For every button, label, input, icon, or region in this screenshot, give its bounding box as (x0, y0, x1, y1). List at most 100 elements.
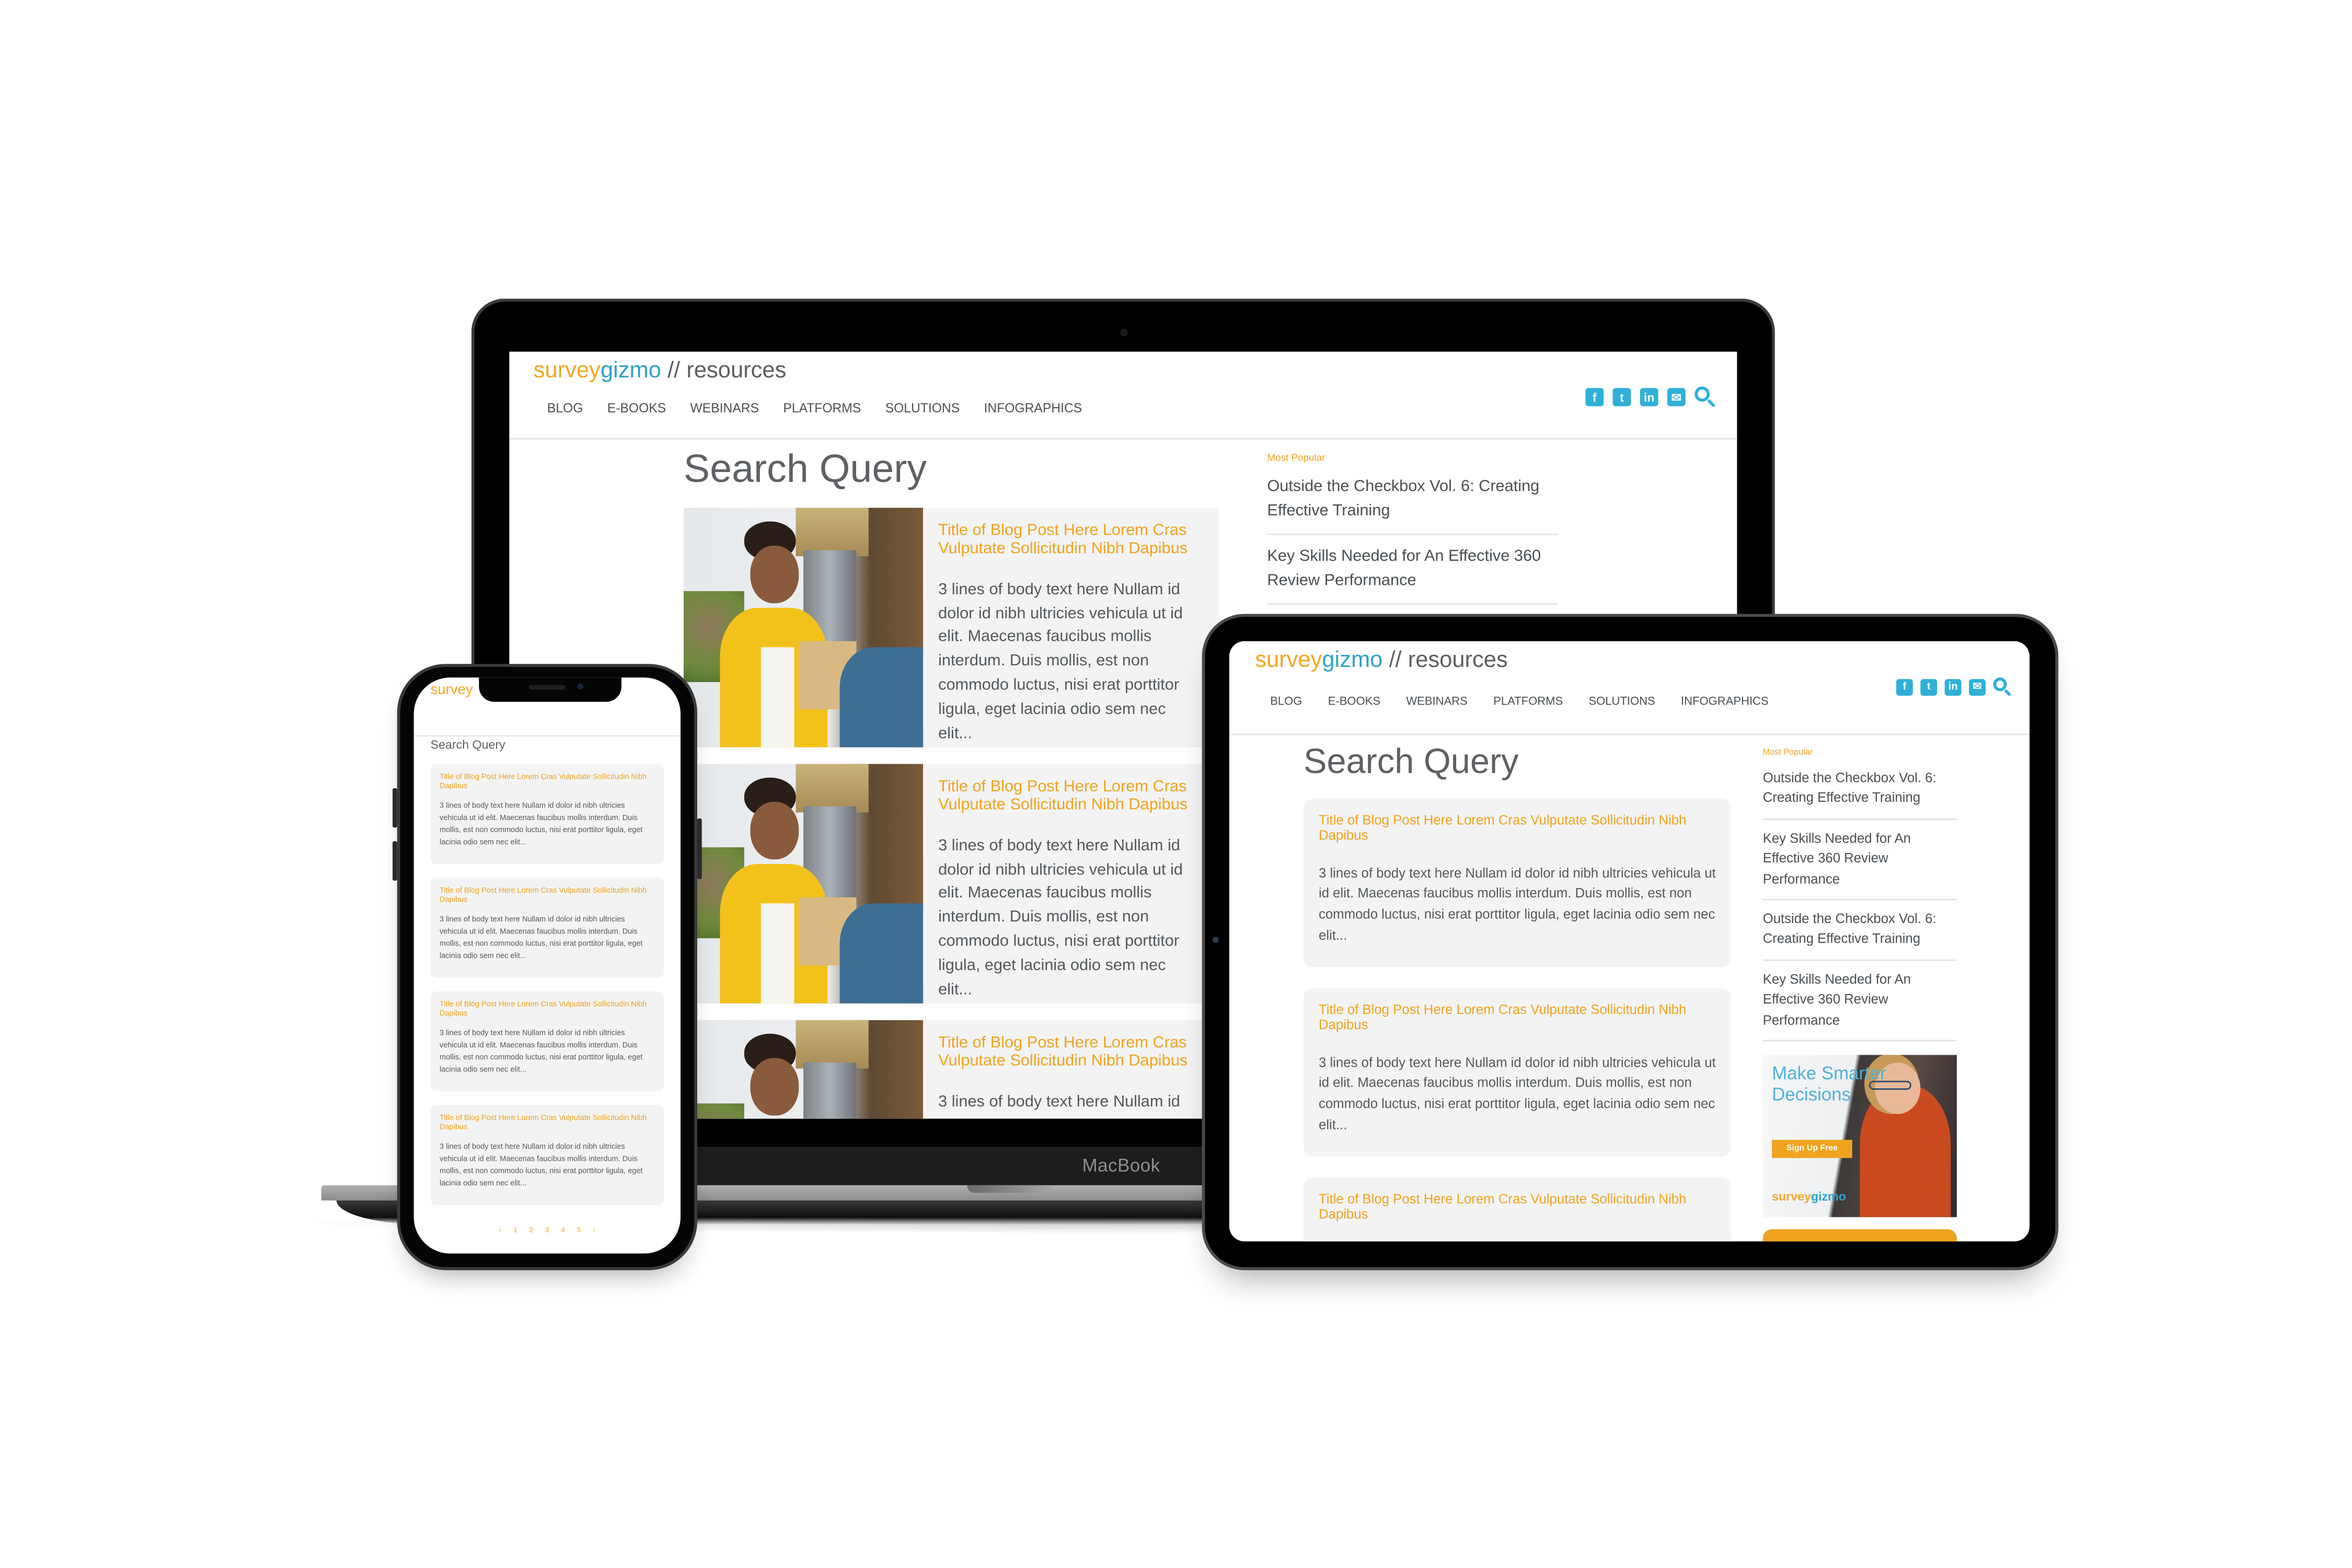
post-card[interactable]: Title of Blog Post Here Lorem Cras Vulpu… (430, 764, 664, 864)
logo-gizmo: gizmo (600, 358, 661, 384)
post-title[interactable]: Title of Blog Post Here Lorem Cras Vulpu… (1319, 1191, 1716, 1223)
tablet-camera (1213, 937, 1219, 943)
nav-ebooks[interactable]: E-BOOKS (607, 400, 666, 416)
logo-resources: // resources (661, 358, 787, 384)
twitter-icon[interactable]: t (1920, 678, 1938, 695)
post-card[interactable]: Title of Blog Post Here Lorem Cras Vulpu… (683, 1020, 1219, 1119)
main-nav: BLOG E-BOOKS WEBINARS PLATFORMS SOLUTION… (1270, 694, 1794, 708)
nav-platforms[interactable]: PLATFORMS (1493, 694, 1563, 708)
logo-survey: survey (533, 358, 601, 384)
pagination: ‹ 1 2 3 4 5 › (414, 1226, 681, 1234)
ad-logo-gizmo: gizmo (1811, 1190, 1846, 1204)
laptop-opening-notch (967, 1185, 1052, 1193)
popular-link[interactable]: Key Skills Needed for An Effective 360 R… (1267, 546, 1559, 605)
popular-link[interactable]: Outside the Checkbox Vol. 6: Creating Ef… (1267, 476, 1559, 535)
post-title[interactable]: Title of Blog Post Here Lorem Cras Vulpu… (938, 778, 1204, 815)
post-title[interactable]: Title of Blog Post Here Lorem Cras Vulpu… (938, 522, 1204, 559)
signup-ad-banner[interactable]: Make Smarter Decisions Sign Up Free surv… (1762, 1055, 1957, 1217)
post-title[interactable]: Title of Blog Post Here Lorem Cras Vulpu… (1319, 1002, 1716, 1033)
phone-camera (577, 683, 584, 690)
nav-solutions[interactable]: SOLUTIONS (885, 400, 960, 416)
nav-webinars[interactable]: WEBINARS (1406, 694, 1467, 708)
most-popular-sidebar: Most Popular Outside the Checkbox Vol. 6… (1762, 748, 1957, 1051)
popular-link[interactable]: Outside the Checkbox Vol. 6: Creating Ef… (1762, 909, 1957, 961)
search-icon[interactable] (1694, 386, 1716, 408)
page-title: Search Query (430, 738, 505, 752)
email-icon[interactable]: ✉ (1667, 388, 1686, 407)
pagination-page-4[interactable]: 4 (561, 1226, 565, 1234)
post-excerpt: 3 lines of body text here Nullam id dolo… (440, 1143, 643, 1189)
post-excerpt: 3 lines of body text here Nullam id (938, 1092, 1180, 1111)
post-excerpt: 3 lines of body text here Nullam id dolo… (440, 1029, 643, 1075)
site-logo[interactable]: survey (431, 682, 473, 699)
logo-survey: survey (1255, 647, 1322, 673)
popular-link[interactable]: Key Skills Needed for An Effective 360 R… (1762, 970, 1957, 1042)
post-title[interactable]: Title of Blog Post Here Lorem Cras Vulpu… (440, 773, 655, 791)
post-title[interactable]: Title of Blog Post Here Lorem Cras Vulpu… (440, 1000, 655, 1019)
post-card[interactable]: Title of Blog Post Here Lorem Cras Vulpu… (1304, 799, 1731, 967)
post-thumbnail[interactable] (683, 764, 924, 1004)
ad-logo: surveygizmo (1772, 1190, 1846, 1204)
cta-button[interactable] (1762, 1229, 1957, 1242)
most-popular-label: Most Popular (1762, 748, 1813, 758)
post-card[interactable]: Title of Blog Post Here Lorem Cras Vulpu… (1304, 988, 1731, 1157)
post-thumbnail[interactable] (683, 1020, 924, 1119)
post-card[interactable]: Title of Blog Post Here Lorem Cras Vulpu… (430, 1105, 664, 1205)
page-title: Search Query (1304, 741, 1519, 781)
post-excerpt: 3 lines of body text here Nullam id dolo… (1319, 1054, 1716, 1132)
nav-webinars[interactable]: WEBINARS (690, 400, 759, 416)
phone-volume-button (393, 841, 397, 881)
facebook-icon[interactable]: f (1896, 678, 1913, 695)
header-divider (509, 438, 1737, 440)
nav-blog[interactable]: BLOG (1270, 694, 1302, 708)
post-title[interactable]: Title of Blog Post Here Lorem Cras Vulpu… (440, 887, 655, 905)
social-links: f t in ✉ (1576, 386, 1716, 408)
twitter-icon[interactable]: t (1612, 388, 1631, 407)
logo-gizmo: gizmo (1322, 647, 1383, 673)
post-excerpt: 3 lines of body text here Nullam id dolo… (1319, 864, 1716, 942)
post-card[interactable]: Title of Blog Post Here Lorem Cras Vulpu… (683, 764, 1219, 1004)
phone-volume-button (393, 788, 397, 828)
search-icon[interactable] (1993, 677, 2012, 696)
nav-platforms[interactable]: PLATFORMS (783, 400, 861, 416)
site-logo[interactable]: surveygizmo // resources (534, 358, 787, 383)
pagination-page-1[interactable]: 1 (513, 1226, 517, 1234)
ad-headline: Make Smarter Decisions (1772, 1062, 1886, 1104)
nav-solutions[interactable]: SOLUTIONS (1588, 694, 1655, 708)
laptop-brand-label: MacBook (1082, 1155, 1160, 1177)
pagination-next[interactable]: › (593, 1226, 595, 1234)
facebook-icon[interactable]: f (1585, 388, 1604, 407)
post-title[interactable]: Title of Blog Post Here Lorem Cras Vulpu… (938, 1034, 1204, 1071)
header-divider (413, 735, 681, 737)
popular-link[interactable]: Key Skills Needed for An Effective 360 R… (1762, 829, 1957, 901)
nav-blog[interactable]: BLOG (547, 400, 583, 416)
post-list: Title of Blog Post Here Lorem Cras Vulpu… (430, 764, 664, 1219)
post-card[interactable]: Title of Blog Post Here Lorem Cras Vulpu… (430, 878, 664, 978)
pagination-page-3[interactable]: 3 (545, 1226, 549, 1234)
main-nav: BLOG E-BOOKS WEBINARS PLATFORMS SOLUTION… (547, 400, 1106, 416)
post-list: Title of Blog Post Here Lorem Cras Vulpu… (683, 508, 1219, 1119)
pagination-page-2[interactable]: 2 (529, 1226, 533, 1234)
sign-up-free-button[interactable]: Sign Up Free (1772, 1139, 1852, 1158)
pagination-prev[interactable]: ‹ (499, 1226, 501, 1234)
post-excerpt: 3 lines of body text here Nullam id dolo… (938, 580, 1183, 742)
post-excerpt: 3 lines of body text here Nullam id dolo… (938, 836, 1183, 998)
post-card[interactable]: Title of Blog Post Here Lorem Cras Vulpu… (1304, 1178, 1731, 1242)
linkedin-icon[interactable]: in (1640, 388, 1658, 407)
nav-infographics[interactable]: INFOGRAPHICS (1681, 694, 1769, 708)
linkedin-icon[interactable]: in (1944, 678, 1962, 695)
site-logo[interactable]: surveygizmo // resources (1255, 647, 1508, 673)
post-card[interactable]: Title of Blog Post Here Lorem Cras Vulpu… (683, 508, 1219, 747)
social-links: f t in ✉ (1888, 677, 2011, 696)
post-thumbnail[interactable] (683, 508, 924, 747)
post-card[interactable]: Title of Blog Post Here Lorem Cras Vulpu… (430, 991, 664, 1091)
post-list: Title of Blog Post Here Lorem Cras Vulpu… (1304, 799, 1731, 1242)
popular-link[interactable]: Outside the Checkbox Vol. 6: Creating Ef… (1762, 768, 1957, 820)
post-excerpt: 3 lines of body text here Nullam id dolo… (440, 802, 643, 848)
nav-infographics[interactable]: INFOGRAPHICS (984, 400, 1082, 416)
email-icon[interactable]: ✉ (1969, 678, 1986, 695)
post-title[interactable]: Title of Blog Post Here Lorem Cras Vulpu… (440, 1114, 655, 1133)
pagination-page-5[interactable]: 5 (577, 1226, 581, 1234)
post-title[interactable]: Title of Blog Post Here Lorem Cras Vulpu… (1319, 812, 1716, 844)
nav-ebooks[interactable]: E-BOOKS (1328, 694, 1380, 708)
